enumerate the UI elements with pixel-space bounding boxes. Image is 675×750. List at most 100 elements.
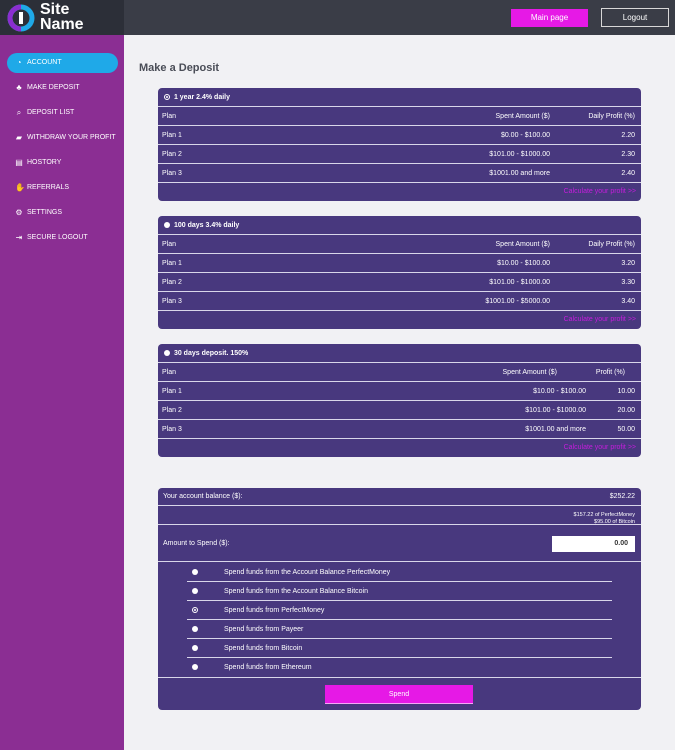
payment-option[interactable]: Spend funds from Payeer (187, 620, 612, 639)
table-header-row: Plan Spent Amount ($) Daily Profit (%) (158, 235, 641, 254)
radio-icon[interactable] (192, 569, 198, 575)
col-header-plan: Plan (162, 369, 177, 376)
plan-cell: Plan 3 (162, 298, 182, 305)
col-header-amount: Spent Amount ($) (495, 113, 550, 120)
sidebar: ◔ ACCOUNT ♣ MAKE DEPOSIT ⌕ DEPOSIT LIST … (0, 35, 124, 750)
amount-cell: $101.00 - $1000.00 (489, 151, 550, 158)
sidebar-item-label: SECURE LOGOUT (27, 234, 88, 241)
payment-option[interactable]: Spend funds from the Account Balance Per… (187, 563, 612, 582)
sidebar-item-referrals[interactable]: ✋ REFERRALS (0, 178, 124, 198)
top-bar: Site Name Main page Logout (0, 0, 675, 35)
sidebar-item-label: SETTINGS (27, 209, 63, 216)
radio-icon[interactable] (192, 626, 198, 632)
tag-icon: ▰ (15, 133, 23, 142)
spend-button[interactable]: Spend (325, 685, 473, 704)
radio-icon[interactable] (192, 664, 198, 670)
radio-icon[interactable] (164, 350, 170, 357)
col-header-profit: Daily Profit (%) (588, 113, 635, 120)
profit-cell: 10.00 (617, 388, 635, 395)
radio-icon[interactable] (192, 588, 198, 594)
sidebar-item-account[interactable]: ◔ ACCOUNT (7, 53, 118, 73)
search-icon: ⌕ (16, 108, 22, 117)
logo-line-2: Name (40, 16, 84, 33)
logo[interactable]: Site Name (0, 0, 124, 35)
payment-option[interactable]: Spend funds from Bitcoin (187, 639, 612, 658)
table-row: Plan 2 $101.00 - $1000.00 20.00 (158, 401, 641, 420)
col-header-amount: Spent Amount ($) (502, 369, 557, 376)
radio-icon[interactable] (164, 222, 170, 229)
amount-cell: $0.00 - $100.00 (500, 132, 550, 139)
logo-text: Site Name (40, 1, 84, 33)
calculate-profit-link[interactable]: Calculate your profit >> (158, 183, 641, 201)
divider (158, 561, 641, 562)
sidebar-item-label: HOSTORY (27, 159, 62, 166)
amount-cell: $10.00 - $100.00 (533, 388, 586, 395)
profit-cell: 3.30 (621, 279, 635, 286)
plan-header[interactable]: 1 year 2.4% daily (158, 88, 641, 107)
amount-cell: $10.00 - $100.00 (497, 260, 550, 267)
plan-header[interactable]: 30 days deposit. 150% (158, 344, 641, 363)
logout-button[interactable]: Logout (601, 8, 669, 27)
amount-cell: $101.00 - $1000.00 (525, 407, 586, 414)
plan-header[interactable]: 100 days 3.4% daily (158, 216, 641, 235)
profit-cell: 2.20 (621, 132, 635, 139)
sidebar-item-deposit-list[interactable]: ⌕ DEPOSIT LIST (0, 103, 124, 123)
plan-cell: Plan 2 (162, 407, 182, 414)
plan-cell: Plan 1 (162, 260, 182, 267)
profit-cell: 50.00 (617, 426, 635, 433)
payment-option-label: Spend funds from Bitcoin (224, 645, 303, 652)
calculate-profit-link[interactable]: Calculate your profit >> (158, 311, 641, 329)
amount-cell: $1001.00 - $5000.00 (485, 298, 550, 305)
sidebar-item-secure-logout[interactable]: ⇥ SECURE LOGOUT (0, 228, 124, 248)
payment-option-label: Spend funds from the Account Balance Per… (224, 569, 391, 576)
sidebar-item-label: ACCOUNT (27, 59, 62, 66)
sidebar-item-withdraw[interactable]: ▰ WITHDRAW YOUR PROFIT (0, 128, 124, 148)
balance-value: $252.22 (609, 493, 635, 500)
table-row: Plan 1 $0.00 - $100.00 2.20 (158, 126, 641, 145)
sidebar-item-settings[interactable]: ⚙ SETTINGS (0, 203, 124, 223)
divider (158, 524, 641, 525)
sidebar-item-make-deposit[interactable]: ♣ MAKE DEPOSIT (0, 78, 124, 98)
balance-label: Your account balance ($): (163, 493, 243, 500)
table-row: Plan 3 $1001.00 - $5000.00 3.40 (158, 292, 641, 311)
col-header-plan: Plan (162, 113, 177, 120)
plan-card: 30 days deposit. 150% Plan Spent Amount … (158, 344, 641, 457)
sidebar-item-label: WITHDRAW YOUR PROFIT (27, 134, 116, 141)
gears-icon: ⚙ (15, 208, 23, 217)
profit-cell: 2.40 (621, 170, 635, 177)
col-header-profit: Daily Profit (%) (588, 241, 635, 248)
sign-out-icon: ⇥ (15, 233, 23, 242)
payment-option-label: Spend funds from the Account Balance Bit… (224, 588, 368, 595)
table-row: Plan 2 $101.00 - $1000.00 3.30 (158, 273, 641, 292)
amount-input[interactable]: 0.00 (552, 536, 635, 552)
sidebar-item-label: DEPOSIT LIST (27, 109, 75, 116)
list-icon: ▤ (15, 158, 23, 167)
sidebar-item-history[interactable]: ▤ HOSTORY (0, 153, 124, 173)
radio-selected-icon[interactable] (192, 607, 198, 613)
profit-cell: 3.40 (621, 298, 635, 305)
table-row: Plan 1 $10.00 - $100.00 10.00 (158, 382, 641, 401)
payment-option-label: Spend funds from PerfectMoney (224, 607, 325, 614)
plan-cell: Plan 1 (162, 388, 182, 395)
radio-icon[interactable] (192, 645, 198, 651)
logo-line-1: Site (40, 1, 70, 18)
divider (158, 677, 641, 678)
radio-selected-icon[interactable] (164, 94, 170, 101)
handshake-icon: ✋ (15, 183, 25, 192)
main-page-button[interactable]: Main page (511, 9, 588, 27)
col-header-plan: Plan (162, 241, 177, 248)
balance-perfectmoney: $157.22 of PerfectMoney (573, 512, 635, 518)
payment-option[interactable]: Spend funds from PerfectMoney (187, 601, 612, 620)
plan-cell: Plan 2 (162, 151, 182, 158)
payment-option-label: Spend funds from Payeer (224, 626, 304, 633)
sidebar-item-label: REFERRALS (27, 184, 70, 191)
plan-name: 1 year 2.4% daily (173, 94, 230, 101)
col-header-profit: Profit (%) (595, 369, 625, 376)
plan-card: 100 days 3.4% daily Plan Spent Amount ($… (158, 216, 641, 329)
payment-option[interactable]: Spend funds from Ethereum (187, 658, 612, 677)
payment-option-label: Spend funds from Ethereum (224, 664, 312, 671)
amount-cell: $101.00 - $1000.00 (489, 279, 550, 286)
payment-option[interactable]: Spend funds from the Account Balance Bit… (187, 582, 612, 601)
calculate-profit-link[interactable]: Calculate your profit >> (158, 439, 641, 457)
table-row: Plan 3 $1001.00 and more 50.00 (158, 420, 641, 439)
